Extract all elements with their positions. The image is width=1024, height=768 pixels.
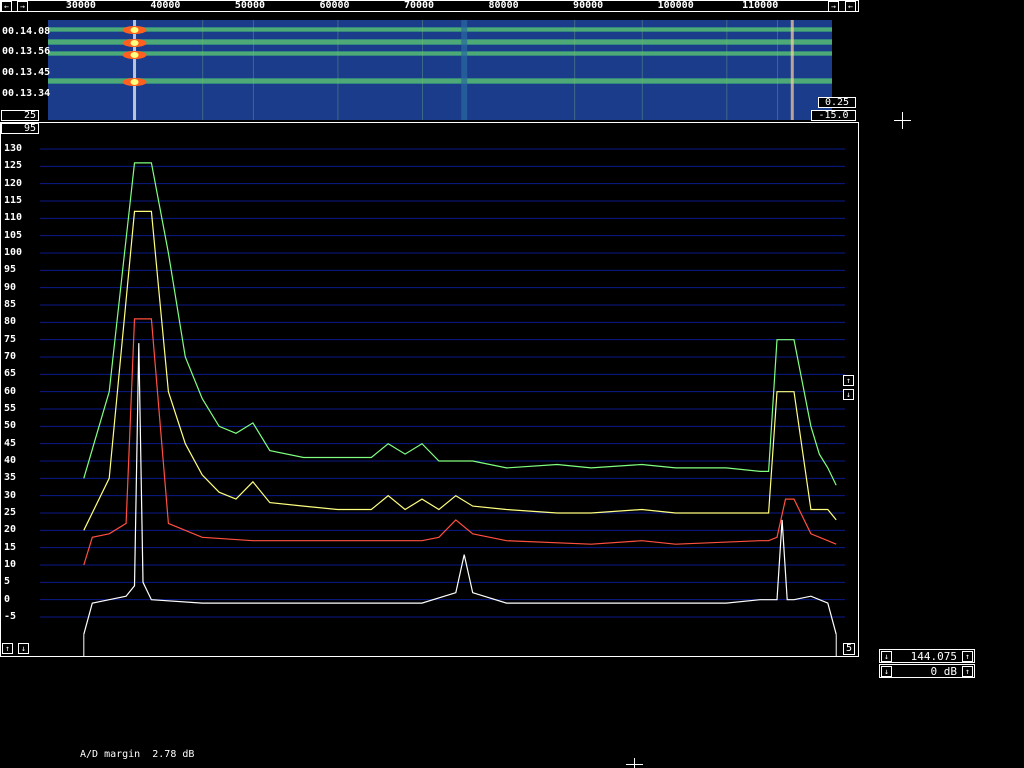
freq-control[interactable]: ↓ 144.075 ↑ [879,649,975,663]
waterfall-left-value[interactable]: 25 [1,110,39,121]
waterfall-zero-value[interactable]: -15.0 [811,110,856,121]
spectrum-scale-up-button[interactable]: ↑ [843,375,854,386]
waterfall-hotspot-core [130,40,139,46]
y-tick-label: 105 [4,229,23,241]
waterfall-spur [337,20,339,120]
scroll-left-button[interactable]: ← [1,1,12,12]
waterfall-band-core [48,52,832,55]
y-tick-label: 20 [4,524,17,536]
waterfall-spur [421,20,423,120]
freq-tick-label: 50000 [234,0,265,11]
mouse-cursor-icon [894,112,911,129]
y-tick-label: 110 [4,212,23,224]
y-tick-label: 45 [4,437,17,449]
gain-up-button[interactable]: ↑ [962,666,973,677]
y-tick-label: 55 [4,403,17,414]
freq-tick-label: 90000 [573,0,604,11]
freq-tick-label: 110000 [742,0,779,11]
freq-tick-label: 80000 [488,0,519,11]
y-tick-label: 125 [4,160,23,172]
waterfall-band-core [48,79,832,83]
waterfall-hotspot-core [130,79,139,85]
crosshair-icon [626,758,643,768]
spectrum-zero-down-button[interactable]: ↓ [18,643,29,654]
spectrum-bottom-value[interactable]: 5 [843,643,855,655]
spectrum-scale-down-button[interactable]: ↓ [843,389,854,400]
y-tick-label: 0 [4,593,11,605]
waterfall-hotspot-core [130,52,139,58]
scroll-right-button[interactable]: → [17,1,28,12]
ad-margin-status: A/D margin 2.78 dB [80,749,194,760]
waterfall-panel[interactable]: ← → → ← 30000 40000 50000 60000 70000 80000 90… [0,0,859,122]
y-tick-label: 40 [4,455,17,466]
freq-down-button[interactable]: ↓ [881,651,892,662]
waterfall-spur [574,20,576,120]
ad-margin-value: 2.78 dB [152,749,195,760]
y-tick-label: 65 [4,368,17,380]
y-tick-label: 95 [4,264,17,276]
y-tick-label: 80 [4,316,17,328]
scroll-right-end-button[interactable]: → [828,1,839,12]
freq-tick-label: 60000 [319,0,350,11]
y-tick-label: 130 [4,143,23,154]
spectrum-zero-up-button[interactable]: ↑ [2,643,13,654]
y-tick-label: 100 [4,247,23,258]
freq-tick-label: 70000 [403,0,435,11]
series-line-red [83,318,837,566]
waterfall-band-core [48,40,832,44]
gain-value[interactable]: 0 dB [897,666,958,677]
y-tick-label: 30 [4,489,17,501]
scroll-left-end-button[interactable]: ← [845,1,856,12]
waterfall-spur [252,20,254,120]
waterfall-spur [777,20,779,120]
waterfall-time-label: 00.13.56 [2,46,51,57]
y-tick-label: 15 [4,541,17,553]
waterfall-spur [202,20,204,120]
waterfall-gain-value[interactable]: 0.25 [818,97,856,108]
y-tick-label: 5 [4,576,11,588]
freq-value[interactable]: 144.075 [897,651,957,662]
waterfall-carrier [461,20,468,120]
waterfall-hotspot-core [130,27,139,33]
series-line-green [83,162,837,486]
y-tick-label: 120 [4,177,23,189]
freq-tick-label: 30000 [65,0,96,11]
y-tick-label: 85 [4,299,17,310]
waterfall-carrier [133,20,137,120]
ad-margin-label: A/D margin [80,749,141,760]
waterfall-spur [641,20,643,120]
spectrum-graph[interactable] [0,136,859,656]
y-tick-label: 70 [4,351,17,362]
waterfall-spur [726,20,728,120]
spectrum-top-value[interactable]: 95 [1,123,39,134]
waterfall-time-label: 00.13.34 [2,88,51,99]
y-tick-label: 90 [4,281,17,293]
waterfall-svg[interactable] [0,0,859,121]
gain-down-button[interactable]: ↓ [881,666,892,677]
waterfall-carrier [790,20,794,120]
y-tick-label: 75 [4,333,17,345]
y-tick-label: 35 [4,472,17,484]
y-tick-label: 50 [4,420,17,432]
y-tick-label: -5 [4,611,17,622]
y-tick-label: 25 [4,507,17,518]
gain-control[interactable]: ↓ 0 dB ↑ [879,664,975,678]
waterfall-band-core [48,28,832,31]
waterfall-time-label: 00.14.08 [2,26,51,37]
waterfall-field [48,20,832,120]
freq-up-button[interactable]: ↑ [962,651,973,662]
series-line-white [83,343,837,635]
freq-tick-label: 100000 [657,0,694,11]
y-tick-label: 60 [4,385,17,397]
waterfall-time-label: 00.13.45 [2,67,51,78]
y-tick-label: 115 [4,195,23,206]
y-tick-label: 10 [4,559,17,570]
series-line-yellow [83,210,837,531]
freq-tick-label: 40000 [150,0,181,11]
